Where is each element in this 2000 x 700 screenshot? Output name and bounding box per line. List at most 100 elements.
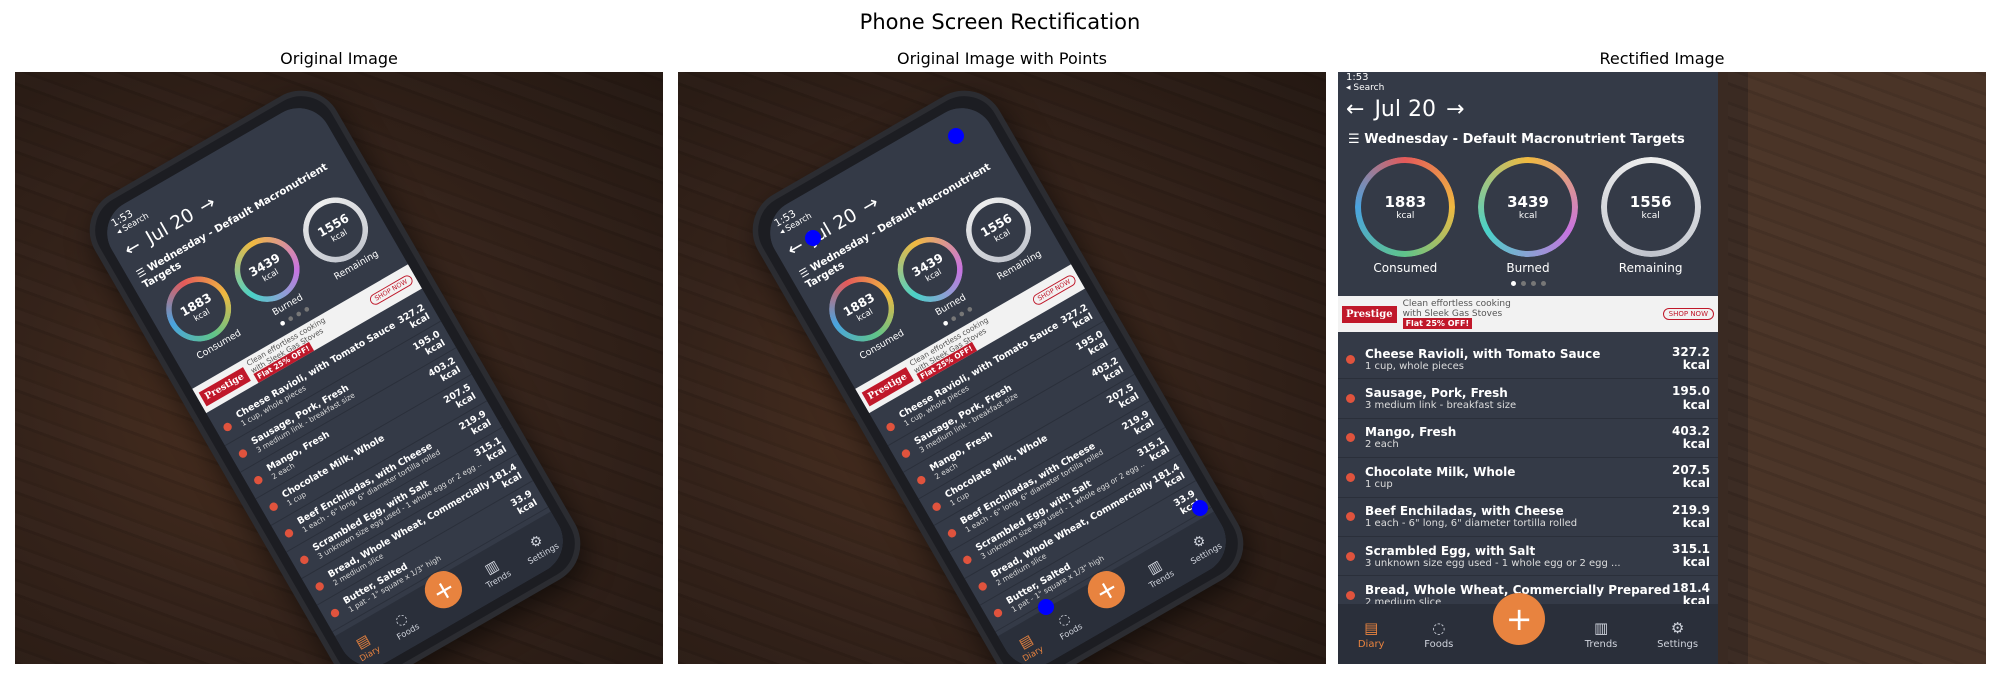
ring-value: 3439 [246,250,283,280]
tab-trends[interactable]: ▥ Trends [1139,553,1176,591]
gear-icon: ⚙ [1670,618,1685,637]
date-bar: ← Jul 20 → [1338,93,1718,126]
arrow-left-icon[interactable]: ← [120,234,145,261]
tomato-icon [252,474,264,486]
panel-title: Original Image [280,49,398,68]
ring-value: 3439 [1507,193,1549,211]
arrow-right-icon[interactable]: → [858,191,883,218]
ad-banner[interactable]: Prestige Clean effortless cooking with S… [1338,296,1718,332]
tomato-icon [1346,433,1355,443]
figure-title: Phone Screen Rectification [859,10,1141,34]
ring-unit: kcal [1518,211,1538,221]
ring-label: Remaining [1618,261,1683,275]
food-row[interactable]: Mango, Fresh 2 each 403.2 kcal [1338,419,1718,459]
diary-icon: ▤ [1364,618,1379,637]
tab-settings[interactable]: ⚙ Settings [1657,619,1698,650]
panel-with-points: Original Image with Points 1:53 ◂ Search… [678,48,1326,664]
tab-trends[interactable]: ▥ Trends [1585,619,1618,650]
ring-unit: kcal [855,306,875,324]
tab-diary[interactable]: ▤ Diary [349,629,382,664]
ad-shop-button[interactable]: SHOP NOW [1030,273,1078,307]
ring-unit: kcal [329,227,349,245]
tomato-icon [1346,512,1355,522]
food-row[interactable]: Chocolate Milk, Whole 1 cup 207.5 kcal [1338,458,1718,498]
tab-settings[interactable]: ⚙ Settings [517,526,560,567]
rectified-screen: 1:53 ◂ Search ← Jul 20 → ☰ Wednesday - D… [1338,72,1718,664]
tomato-icon [1346,590,1355,600]
tab-trends[interactable]: ▥ Trends [476,553,513,591]
food-row[interactable]: Beef Enchiladas, with Cheese 1 each - 6" … [1338,498,1718,537]
energy-rings: 1883 kcal Consumed 3439 kcal Burned 1556 kcal Re… [1338,153,1718,279]
food-kcal-unit: kcal [1682,358,1710,373]
tomato-icon [976,580,989,592]
food-kcal: 195.0 [1672,384,1710,399]
ring-burned: 3439 kcal Burned [1477,157,1578,275]
status-time: 1:53 [1346,72,1369,83]
tab-foods[interactable]: ◌ Foods [386,606,422,642]
ring-value: 1883 [1384,193,1427,211]
tomato-icon [221,420,234,433]
food-serving: 1 cup [1365,478,1393,490]
tomato-icon [992,606,1004,619]
ad-shop-button[interactable]: SHOP NOW [367,273,415,307]
original-image-with-points: 1:53 ◂ Search ← Jul 20 → ☰ Wednesday - D… [678,72,1326,664]
ring-value: 3439 [909,250,946,280]
tomato-icon [930,500,943,513]
pager-dots [1338,279,1718,288]
food-serving: 3 unknown size egg used - 1 whole egg or… [1365,557,1621,569]
tomato-icon [329,606,341,619]
food-kcal-unit: kcal [1682,436,1710,451]
panel-rectified: Rectified Image 1:53 ◂ Search ← Jul 20 →… [1338,48,1986,664]
ring-unit: kcal [260,267,281,284]
ring-unit: kcal [992,227,1012,245]
food-name: Mango, Fresh [1365,425,1457,440]
tomato-icon [237,447,249,459]
tab-diary[interactable]: ▤ Diary [1012,629,1045,664]
chart-icon: ▥ [1593,618,1609,637]
ad-brand: Prestige [1342,305,1397,323]
arrow-left-icon[interactable]: ← [1346,97,1364,122]
tomato-icon [1346,394,1355,404]
food-serving: 3 medium link - breakfast size [1365,400,1517,412]
rectified-image: 1:53 ◂ Search ← Jul 20 → ☰ Wednesday - D… [1338,72,1986,664]
tab-label: Trends [1584,638,1618,650]
food-row[interactable]: Sausage, Pork, Fresh 3 medium link - brea… [1338,379,1718,419]
tab-settings[interactable]: ⚙ Settings [1180,526,1223,567]
food-row[interactable]: Cheese Ravioli, with Tomato Sauce 1 cup, … [1338,340,1718,380]
food-row[interactable]: Scrambled Egg, with Salt 3 unknown size e… [1338,537,1718,577]
tab-foods[interactable]: ◌ Foods [1049,606,1085,642]
tab-label: Foods [1424,638,1454,650]
menu-icon[interactable]: ☰ [1348,132,1364,147]
tab-diary[interactable]: ▤ Diary [1358,619,1385,650]
tab-foods[interactable]: ◌ Foods [1424,619,1453,650]
food-kcal-unit: kcal [1682,515,1710,530]
day-title: ☰ Wednesday - Default Macronutrient Targ… [1348,132,1685,147]
ring-value: 1883 [840,290,878,320]
corner-point-bottom-left [1038,599,1054,615]
arrow-right-icon[interactable]: → [1446,97,1464,122]
corner-point-bottom-right [1192,500,1208,516]
ring-value: 1883 [177,290,215,320]
status-back: ◂ Search [1346,83,1385,93]
tomato-icon [946,527,958,539]
ad-deal: Flat 25% OFF! [1402,318,1473,329]
corner-point-top-left [805,230,821,246]
food-name: Beef Enchiladas, with Cheese [1365,504,1564,519]
tomato-icon [900,447,912,459]
ring-unit: kcal [1641,211,1660,221]
tomato-icon [915,474,927,486]
food-serving: 2 each [1365,439,1399,451]
food-serving: 1 each - 6" long, 6" diameter tortilla r… [1365,518,1578,530]
tomato-icon [884,420,897,433]
date-label: Jul 20 [1374,97,1436,122]
food-kcal: 403.2 [1672,423,1710,438]
panel-original: Original Image 1:53 ◂ Search ← Jul 20 → … [15,48,663,664]
food-kcal-unit: kcal [1682,397,1710,412]
arrow-right-icon[interactable]: → [195,191,220,218]
panel-title: Original Image with Points [897,49,1107,68]
food-name: Chocolate Milk, Whole [1365,464,1516,479]
ad-shop-button[interactable]: SHOP NOW [1662,308,1714,320]
add-button[interactable]: + [1493,593,1546,645]
panel-title: Rectified Image [1599,49,1725,68]
arrow-left-icon[interactable]: ← [783,234,808,261]
